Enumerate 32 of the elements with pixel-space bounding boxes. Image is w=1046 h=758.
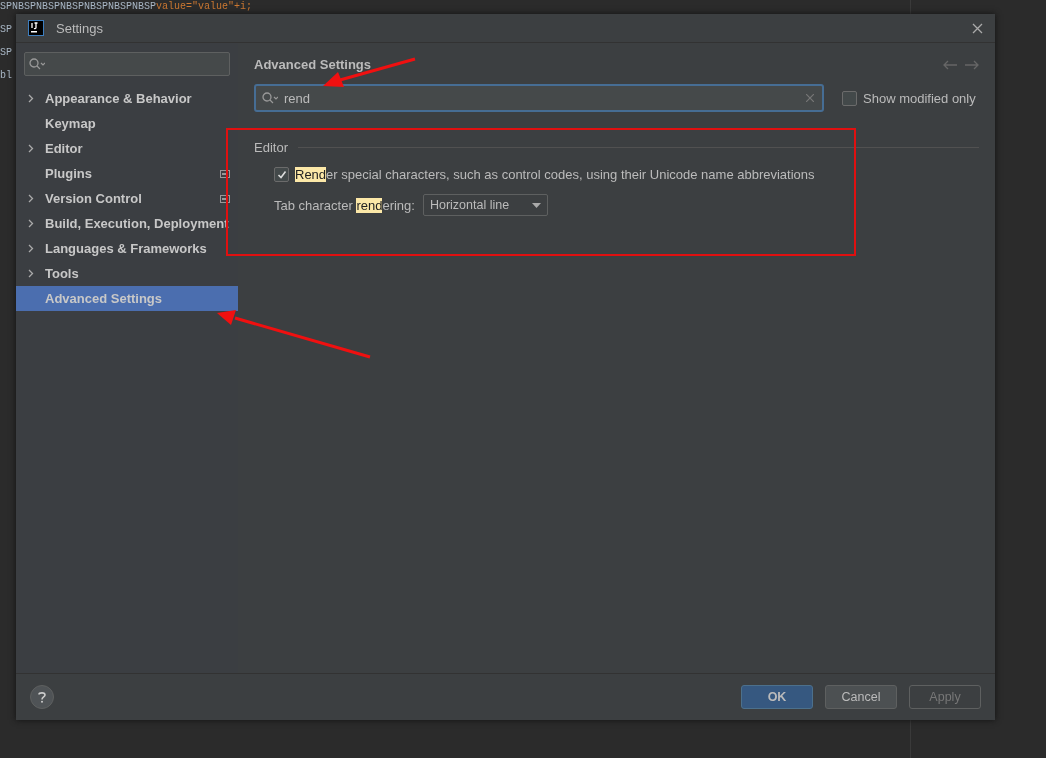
search-icon: [29, 58, 45, 70]
clear-icon[interactable]: [806, 94, 814, 102]
section-title: Editor: [254, 140, 288, 155]
sidebar-item[interactable]: Plugins: [16, 161, 238, 186]
dropdown[interactable]: Horizontal line: [422, 194, 548, 216]
code-line: SPNBSPNBSPNBSPNBSPNBSPNBSPvalue="value"+i;: [0, 0, 253, 13]
sidebar-item[interactable]: Version Control: [16, 186, 238, 211]
dialog-button[interactable]: Cancel: [825, 685, 897, 709]
caret-icon: [531, 202, 541, 208]
checkbox[interactable]: [842, 90, 857, 106]
sidebar-item[interactable]: Appearance & Behavior: [16, 86, 238, 111]
code-line: bl: [0, 69, 12, 82]
app-logo-icon: [28, 20, 44, 36]
checkbox-label: Show modified only: [863, 90, 976, 106]
code-line: SP: [0, 46, 12, 59]
back-forward-icon[interactable]: [943, 59, 979, 70]
sidebar-item[interactable]: Editor: [16, 136, 238, 161]
help-icon[interactable]: [30, 685, 54, 709]
search-icon: [262, 92, 278, 104]
sidebar-item[interactable]: Languages & Frameworks: [16, 236, 238, 261]
page-heading: Advanced Settings: [254, 57, 372, 72]
code-line: SP: [0, 23, 12, 36]
checkbox[interactable]: [274, 167, 289, 182]
sidebar-item[interactable]: Tools: [16, 261, 238, 286]
checkmark-icon: [276, 169, 287, 180]
setting-label: Tab character rendering:: [274, 197, 415, 213]
search-field[interactable]: rend: [254, 84, 824, 112]
window-title: Settings: [56, 20, 104, 36]
close-icon[interactable]: [972, 22, 983, 34]
primary-button[interactable]: OK: [741, 685, 813, 709]
sidebar-item[interactable]: Keymap: [16, 111, 238, 136]
search-field[interactable]: [24, 52, 230, 76]
